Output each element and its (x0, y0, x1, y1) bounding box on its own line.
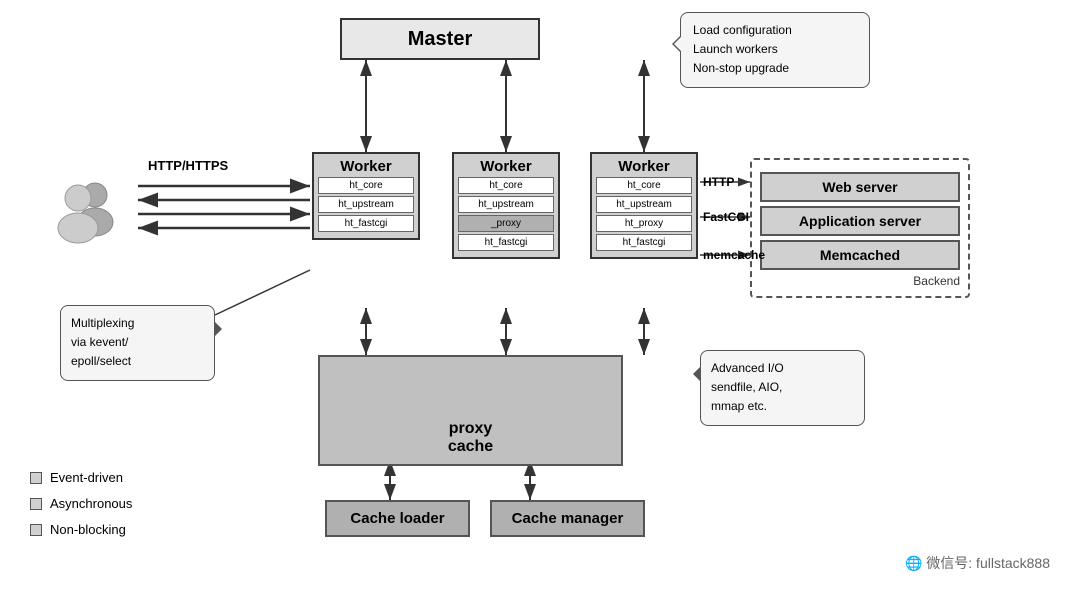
http-https-label: HTTP/HTTPS (148, 158, 228, 173)
worker2-module-htupstream: ht_upstream (458, 196, 554, 213)
legend-square-2 (30, 498, 42, 510)
worker3-module-htfastcgi: ht_fastcgi (596, 234, 692, 251)
legend-label-2: Asynchronous (50, 491, 132, 517)
legend: Event-driven Asynchronous Non-blocking (30, 465, 132, 543)
memcache-proto-label: memcache (703, 248, 765, 262)
master-bubble-line3: Non-stop upgrade (693, 61, 789, 75)
worker1-module-htfastcgi: ht_fastcgi (318, 215, 414, 232)
multiplex-bubble: Multiplexingvia kevent/epoll/select (60, 305, 215, 381)
worker3-box: Worker ht_core ht_upstream ht_proxy ht_f… (590, 152, 698, 259)
backend-label: Backend (760, 274, 960, 288)
master-bubble-line2: Launch workers (693, 42, 778, 56)
backend-appserver: Application server (760, 206, 960, 236)
worker2-box: Worker ht_core ht_upstream _proxy ht_fas… (452, 152, 560, 259)
worker3-module-htupstream: ht_upstream (596, 196, 692, 213)
watermark: 🌐 微信号: fullstack888 (905, 553, 1050, 573)
backend-webserver: Web server (760, 172, 960, 202)
multiplex-text: Multiplexingvia kevent/epoll/select (71, 316, 134, 368)
worker3-label: Worker (596, 158, 692, 175)
watermark-text: 微信号: fullstack888 (926, 555, 1050, 571)
proxy-cache-label: proxycache (328, 420, 613, 456)
master-bubble: Load configuration Launch workers Non-st… (680, 12, 870, 88)
worker2-module-htfastcgi: ht_fastcgi (458, 234, 554, 251)
legend-square-3 (30, 524, 42, 536)
diagram-container: Master Load configuration Launch workers… (0, 0, 1080, 593)
worker1-label: Worker (318, 158, 414, 175)
http-proto-label: HTTP (703, 175, 734, 189)
legend-item-event-driven: Event-driven (30, 465, 132, 491)
users-area (40, 170, 130, 250)
worker3-module-htcore: ht_core (596, 177, 692, 194)
advancedio-text: Advanced I/Osendfile, AIO,mmap etc. (711, 361, 784, 413)
worker2-label: Worker (458, 158, 554, 175)
master-bubble-line1: Load configuration (693, 23, 792, 37)
backend-box: Web server Application server Memcached … (750, 158, 970, 298)
watermark-icon: 🌐 (905, 555, 926, 571)
cache-manager-box: Cache manager (490, 500, 645, 537)
cache-loader-box: Cache loader (325, 500, 470, 537)
cache-loader-label: Cache loader (350, 510, 444, 527)
worker1-module-htupstream: ht_upstream (318, 196, 414, 213)
legend-square-1 (30, 472, 42, 484)
legend-item-nonblocking: Non-blocking (30, 517, 132, 543)
advancedio-bubble: Advanced I/Osendfile, AIO,mmap etc. (700, 350, 865, 426)
legend-label-3: Non-blocking (50, 517, 126, 543)
worker3-module-htproxy: ht_proxy (596, 215, 692, 232)
backend-memcached: Memcached (760, 240, 960, 270)
worker2-module-proxy: _proxy (458, 215, 554, 232)
proxy-cache-area: proxycache (318, 355, 623, 466)
master-label: Master (408, 28, 472, 51)
users-icon (40, 170, 130, 250)
worker1-module-htcore: ht_core (318, 177, 414, 194)
legend-label-1: Event-driven (50, 465, 123, 491)
master-box: Master (340, 18, 540, 60)
cache-manager-label: Cache manager (512, 510, 624, 527)
worker2-module-htcore: ht_core (458, 177, 554, 194)
fastcgi-proto-label: FastCGI (703, 210, 749, 224)
worker1-box: Worker ht_core ht_upstream ht_fastcgi (312, 152, 420, 240)
legend-item-async: Asynchronous (30, 491, 132, 517)
